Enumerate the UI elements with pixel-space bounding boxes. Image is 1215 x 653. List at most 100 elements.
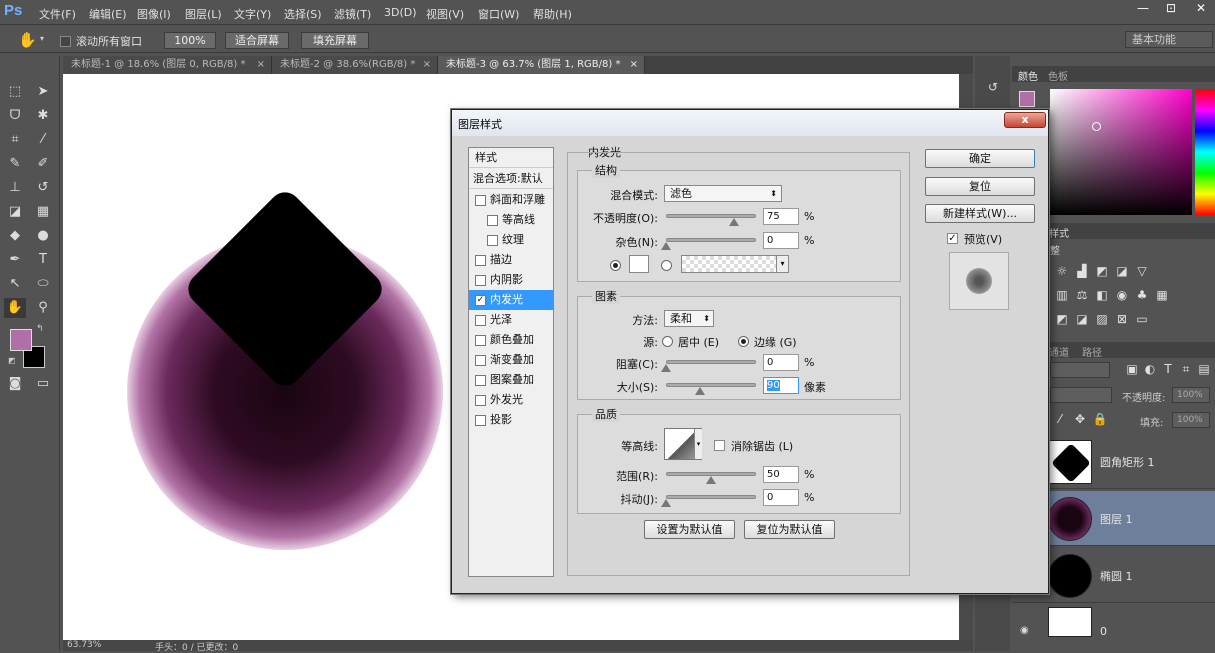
contour-picker[interactable]: ▾ xyxy=(664,428,702,460)
style-item[interactable]: 描边 xyxy=(469,250,553,270)
style-item-checkbox[interactable] xyxy=(487,234,498,246)
solid-color-radio[interactable] xyxy=(610,258,621,271)
menu-layer[interactable]: 图层(L) xyxy=(185,6,222,22)
pen-tool-icon[interactable]: ✒ xyxy=(4,250,26,270)
fit-screen-button[interactable]: 适合屏幕 xyxy=(225,32,289,49)
close-tab-icon[interactable]: × xyxy=(257,56,265,74)
gradient-radio[interactable] xyxy=(661,258,672,271)
menu-window[interactable]: 窗口(W) xyxy=(478,6,519,22)
gradient-map-icon[interactable]: ▭ xyxy=(1134,312,1150,328)
tab-paths[interactable]: 路径 xyxy=(1082,344,1102,359)
type-tool-icon[interactable]: T xyxy=(32,250,54,270)
filter-shape-icon[interactable]: ⌗ xyxy=(1178,362,1194,378)
style-item-checkbox[interactable] xyxy=(487,214,498,226)
history-panel-icon[interactable]: ↺ xyxy=(983,80,1003,98)
source-edge-radio[interactable] xyxy=(738,334,749,347)
opacity-slider-thumb[interactable] xyxy=(728,218,739,226)
range-slider[interactable] xyxy=(666,472,756,484)
tab-doc-1[interactable]: 未标题-1 @ 18.6% (图层 0, RGB/8) * × xyxy=(63,56,272,74)
zoom-100-button[interactable]: 100% xyxy=(164,32,216,49)
color-field[interactable] xyxy=(1050,89,1192,215)
move-tool-icon[interactable]: ➤ xyxy=(32,82,54,102)
style-item-checkbox[interactable] xyxy=(475,374,486,386)
menu-image[interactable]: 图像(I) xyxy=(137,6,171,22)
contour-dropdown-arrow-icon[interactable]: ▾ xyxy=(694,429,702,459)
ellipse-tool-icon[interactable]: ⬭ xyxy=(32,274,54,294)
new-style-button[interactable]: 新建样式(W)... xyxy=(925,204,1035,223)
style-item-checkbox[interactable] xyxy=(475,354,486,366)
magic-wand-tool-icon[interactable]: ✱ xyxy=(32,106,54,126)
tool-preset-chevron-icon[interactable]: ▾ xyxy=(40,34,44,43)
foreground-color-swatch[interactable] xyxy=(10,329,32,351)
menu-type[interactable]: 文字(Y) xyxy=(234,6,271,22)
jitter-slider-thumb[interactable] xyxy=(661,499,671,507)
styles-header[interactable]: 样式 xyxy=(469,148,553,168)
noise-slider[interactable] xyxy=(661,238,756,250)
blend-mode-dropdown[interactable]: 滤色 ⬍ xyxy=(664,185,782,202)
choke-input[interactable]: 0 xyxy=(763,354,799,371)
menu-help[interactable]: 帮助(H) xyxy=(533,6,572,22)
style-item[interactable]: 等高线 xyxy=(469,210,553,230)
tab-channels[interactable]: 通道 xyxy=(1049,344,1069,359)
selective-color-icon[interactable]: ⊠ xyxy=(1114,312,1130,328)
filter-smart-icon[interactable]: ▤ xyxy=(1196,362,1212,378)
healing-brush-tool-icon[interactable]: ✎ xyxy=(4,154,26,174)
choke-slider[interactable] xyxy=(661,360,756,372)
gradient-tool-icon[interactable]: ▦ xyxy=(32,202,54,222)
vibrance-icon[interactable]: ▽ xyxy=(1134,264,1150,280)
brush-tool-icon[interactable]: ✐ xyxy=(32,154,54,174)
lock-position-icon[interactable]: ✥ xyxy=(1072,412,1088,428)
style-item[interactable]: 光泽 xyxy=(469,310,553,330)
style-item[interactable]: 投影 xyxy=(469,410,553,430)
dialog-title-bar[interactable]: 图层样式 x xyxy=(452,110,1048,136)
opacity-input[interactable]: 75 xyxy=(763,208,799,225)
style-item-checkbox[interactable] xyxy=(475,194,486,206)
history-brush-tool-icon[interactable]: ↺ xyxy=(32,178,54,198)
posterize-icon[interactable]: ◪ xyxy=(1074,312,1090,328)
restore-button[interactable]: ⊡ xyxy=(1158,1,1184,18)
quick-mask-icon[interactable]: ◙ xyxy=(4,374,26,394)
close-tab-icon[interactable]: × xyxy=(630,56,638,74)
style-item[interactable]: 图案叠加 xyxy=(469,370,553,390)
reset-default-button[interactable]: 复位为默认值 xyxy=(744,520,835,539)
lock-pixels-icon[interactable]: ⁄ xyxy=(1052,412,1068,428)
method-dropdown[interactable]: 柔和 ⬍ xyxy=(664,310,714,327)
range-slider-thumb[interactable] xyxy=(706,476,716,484)
size-input[interactable]: 90 xyxy=(763,377,799,394)
fill-input[interactable]: 100% xyxy=(1172,412,1210,428)
style-item-checkbox[interactable] xyxy=(475,414,486,426)
style-item[interactable]: 外发光 xyxy=(469,390,553,410)
style-item-checkbox[interactable] xyxy=(475,274,486,286)
opacity-input[interactable]: 100% xyxy=(1172,387,1210,403)
path-selection-tool-icon[interactable]: ↖ xyxy=(4,274,26,294)
color-lookup-icon[interactable]: ▦ xyxy=(1154,288,1170,304)
jitter-input[interactable]: 0 xyxy=(763,489,799,506)
bw-icon[interactable]: ◧ xyxy=(1094,288,1110,304)
opacity-slider[interactable] xyxy=(666,214,756,226)
glow-color-swatch[interactable] xyxy=(629,255,649,273)
tab-styles[interactable]: 样式 xyxy=(1049,225,1069,240)
choke-slider-thumb[interactable] xyxy=(661,364,671,372)
photo-filter-icon[interactable]: ◉ xyxy=(1114,288,1130,304)
tab-doc-3[interactable]: 未标题-3 @ 63.7% (图层 1, RGB/8) * × xyxy=(438,56,645,74)
lock-all-icon[interactable]: 🔒 xyxy=(1092,412,1108,428)
curves-icon[interactable]: ◩ xyxy=(1094,264,1110,280)
eyedropper-tool-icon[interactable]: ⁄ xyxy=(32,130,54,150)
style-item-checkbox[interactable] xyxy=(475,314,486,326)
range-input[interactable]: 50 xyxy=(763,466,799,483)
style-item[interactable]: ✓ 内发光 xyxy=(469,290,553,310)
jitter-slider[interactable] xyxy=(661,495,756,507)
glow-gradient-picker[interactable]: ▾ xyxy=(681,255,789,273)
style-item-checkbox[interactable] xyxy=(475,334,486,346)
layer-filter-select[interactable] xyxy=(1050,362,1110,378)
blur-tool-icon[interactable]: ◆ xyxy=(4,226,26,246)
default-colors-icon[interactable]: ◩ xyxy=(8,356,16,365)
threshold-icon[interactable]: ▨ xyxy=(1094,312,1110,328)
invert-icon[interactable]: ◩ xyxy=(1054,312,1070,328)
close-window-button[interactable]: ✕ xyxy=(1188,1,1214,18)
close-tab-icon[interactable]: × xyxy=(423,56,431,74)
source-center-radio[interactable] xyxy=(662,334,673,347)
blending-options-item[interactable]: 混合选项:默认 xyxy=(469,169,553,189)
menu-select[interactable]: 选择(S) xyxy=(284,6,322,22)
panel-foreground-swatch[interactable] xyxy=(1019,91,1035,107)
